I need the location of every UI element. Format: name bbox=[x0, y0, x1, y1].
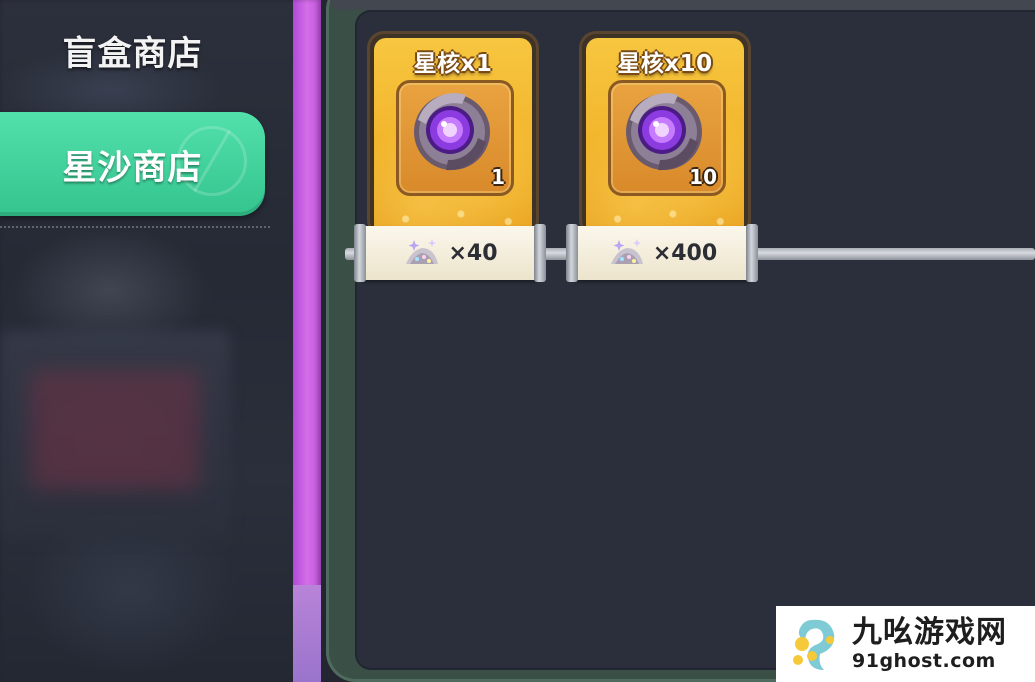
item-title: 星核x1 bbox=[413, 51, 493, 77]
card-face: 星核x10 10 bbox=[586, 38, 744, 234]
buy-price-button[interactable]: ×400 bbox=[566, 224, 758, 282]
watermark-logo-icon bbox=[793, 619, 835, 670]
shop-item-card[interactable]: 星核x1 1 bbox=[370, 34, 536, 234]
tab-blind-box-shop[interactable]: 盲盒商店 bbox=[0, 10, 265, 90]
tab-star-sand-shop[interactable]: 星沙商店 bbox=[0, 112, 265, 216]
game-screen: 盲盒商店 星沙商店 星核x1 1 ×40 星核x10 10 ×400 九吆游戏网… bbox=[0, 0, 1035, 682]
star-sand-icon bbox=[406, 239, 439, 264]
item-title: 星核x10 bbox=[617, 51, 713, 77]
tab-label: 星沙商店 bbox=[62, 147, 203, 188]
price-tag-cap-left bbox=[354, 224, 366, 282]
watermark-text: 九吆游戏网 91ghost.com bbox=[852, 615, 1007, 673]
sidebar-divider bbox=[0, 226, 270, 228]
item-icon-frame: 1 bbox=[396, 80, 514, 196]
side-accent-strip bbox=[293, 0, 321, 682]
item-quantity: 1 bbox=[491, 165, 505, 189]
price-amount: ×40 bbox=[448, 240, 498, 266]
price-tag-cap-left bbox=[566, 224, 578, 282]
shop-item-card[interactable]: 星核x10 10 bbox=[582, 34, 748, 234]
blurred-background-banner bbox=[30, 370, 200, 490]
price-tag-cap-right bbox=[534, 224, 546, 282]
card-face: 星核x1 1 bbox=[374, 38, 532, 234]
buy-price-button[interactable]: ×40 bbox=[354, 224, 546, 282]
item-icon-frame: 10 bbox=[608, 80, 726, 196]
price-amount: ×400 bbox=[652, 240, 718, 266]
price-tag-cap-right bbox=[746, 224, 758, 282]
watermark-name: 九吆游戏网 bbox=[852, 615, 1007, 650]
watermark: 九吆游戏网 91ghost.com bbox=[776, 606, 1035, 682]
item-quantity: 10 bbox=[689, 165, 717, 189]
side-accent-strip-bottom bbox=[293, 585, 321, 682]
watermark-url: 91ghost.com bbox=[852, 650, 996, 672]
shop-panel-top-bar bbox=[330, 0, 1035, 10]
tab-label: 盲盒商店 bbox=[62, 33, 203, 74]
star-sand-icon bbox=[610, 239, 643, 264]
